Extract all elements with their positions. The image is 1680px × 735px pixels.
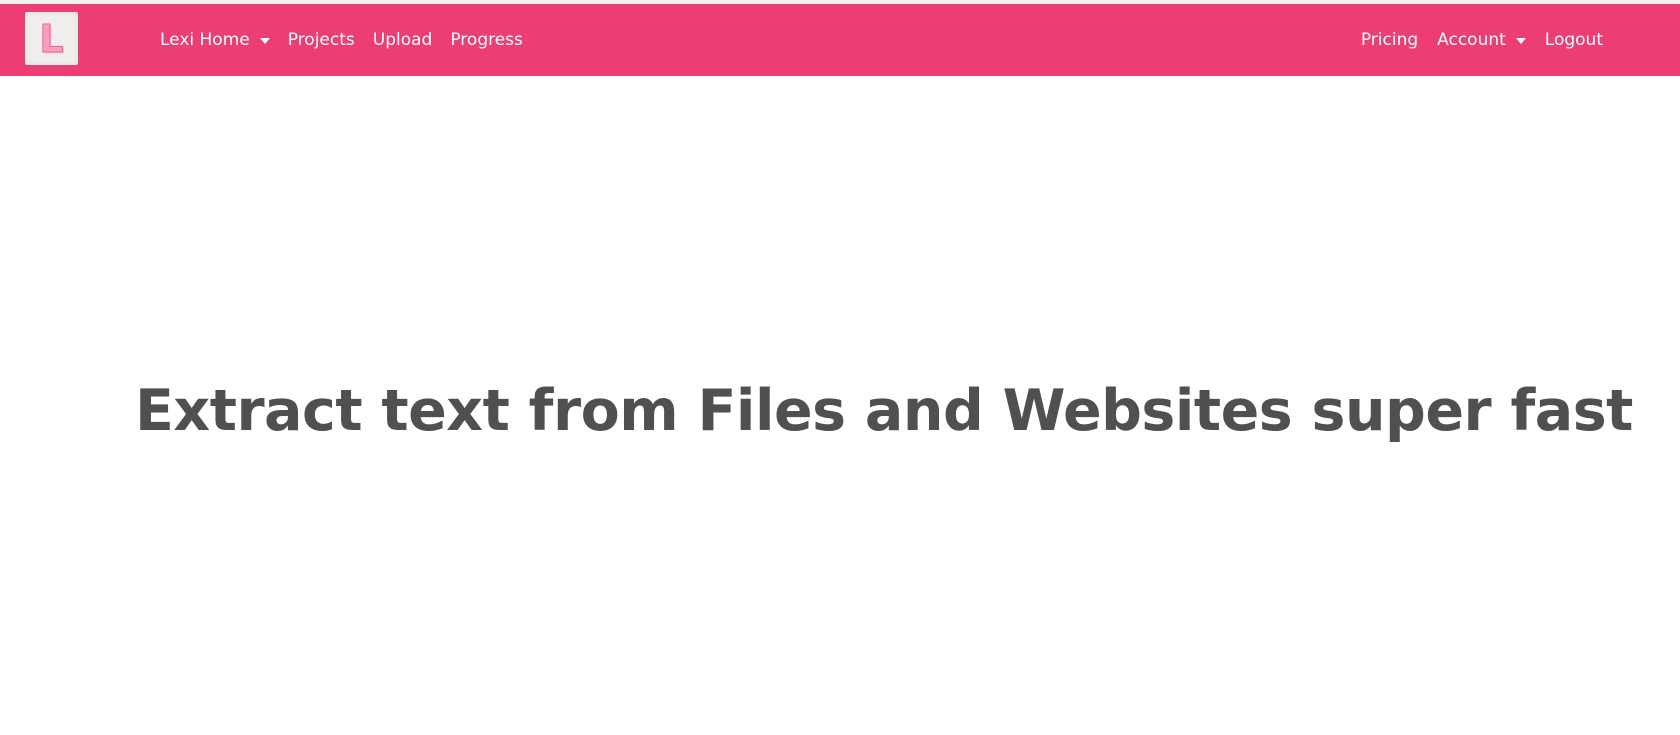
nav-item-label: Projects — [287, 30, 355, 50]
nav-item-label: Lexi Home — [160, 30, 250, 50]
nav-item-upload[interactable]: Upload — [373, 30, 433, 50]
nav-item-label: Progress — [450, 30, 523, 50]
nav-item-lexi-home[interactable]: Lexi Home — [160, 30, 270, 50]
nav-right: Pricing Account Logout — [1342, 4, 1603, 76]
nav-item-pricing[interactable]: Pricing — [1361, 30, 1418, 50]
logo-letter: L — [39, 16, 64, 61]
nav-item-progress[interactable]: Progress — [450, 30, 523, 50]
chevron-down-icon — [1515, 37, 1526, 44]
brand-logo[interactable]: L — [25, 12, 78, 65]
navbar: L Lexi Home Projects Upload Progress Pri… — [0, 4, 1680, 76]
nav-item-label: Upload — [372, 30, 433, 50]
nav-item-label: Logout — [1544, 30, 1603, 50]
nav-item-projects[interactable]: Projects — [288, 30, 355, 50]
nav-item-label: Pricing — [1360, 30, 1419, 50]
nav-item-logout[interactable]: Logout — [1545, 30, 1603, 50]
hero-title: Extract text from Files and Websites sup… — [135, 378, 1633, 444]
nav-item-label: Account — [1437, 30, 1506, 50]
nav-left: Lexi Home Projects Upload Progress — [160, 4, 541, 76]
chevron-down-icon — [259, 37, 270, 44]
nav-item-account[interactable]: Account — [1437, 30, 1526, 50]
